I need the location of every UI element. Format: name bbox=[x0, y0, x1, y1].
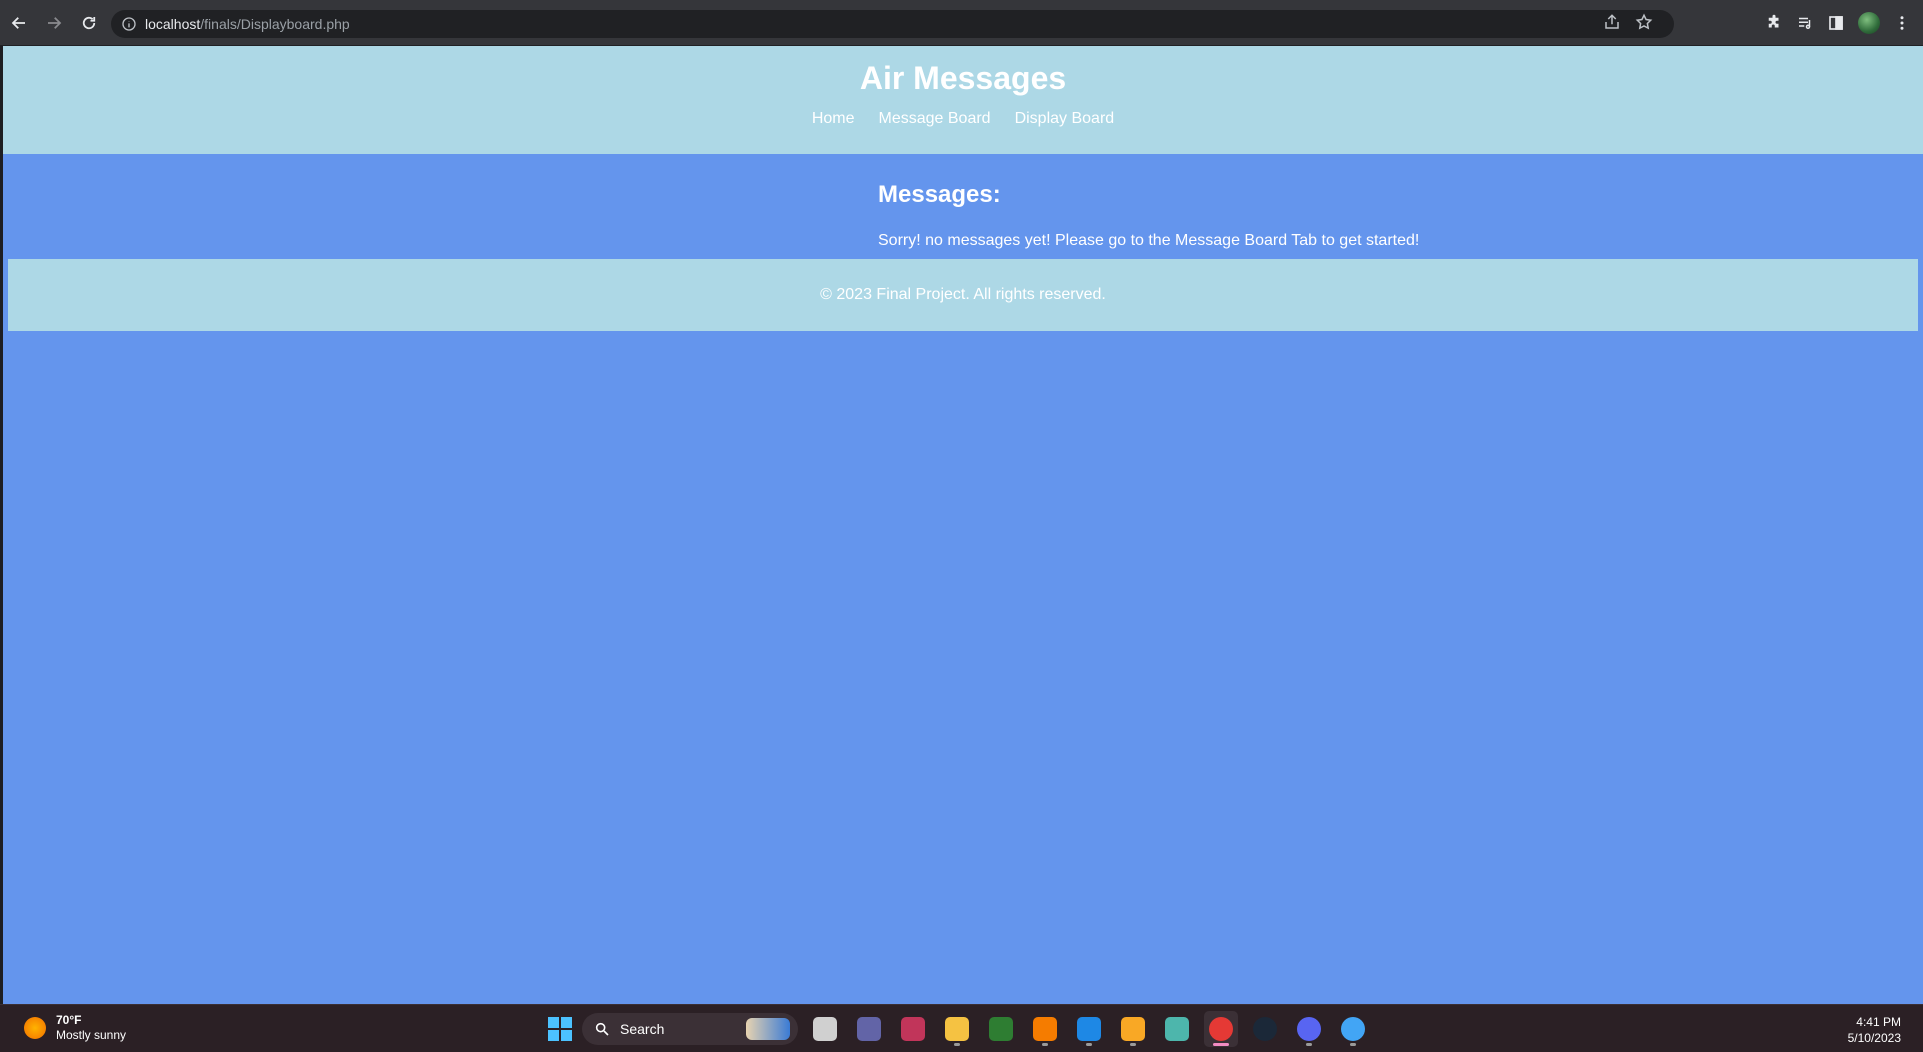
taskbar-app-chrome[interactable] bbox=[1204, 1011, 1238, 1047]
taskbar-app-figma-like[interactable] bbox=[1116, 1011, 1150, 1047]
forward-arrow-icon bbox=[48, 16, 62, 29]
reload-button[interactable] bbox=[73, 7, 105, 39]
messages-heading: Messages: bbox=[878, 181, 1001, 208]
site-footer: © 2023 Final Project. All rights reserve… bbox=[8, 259, 1918, 331]
nav-link-display-board[interactable]: Display Board bbox=[1015, 108, 1115, 130]
running-indicator bbox=[1306, 1043, 1312, 1046]
taskbar-app-task-view[interactable] bbox=[808, 1011, 842, 1047]
site-title: Air Messages bbox=[859, 60, 1067, 96]
messages-section: Messages: Sorry! no messages yet! Please… bbox=[878, 180, 1419, 252]
weather-sun-icon bbox=[24, 1017, 46, 1039]
taskbar-app-steam[interactable] bbox=[1248, 1011, 1282, 1047]
url-host: localhost bbox=[145, 16, 201, 32]
search-label: Search bbox=[620, 1021, 665, 1037]
back-button[interactable] bbox=[3, 7, 35, 39]
url-path: /finals/Displayboard.php bbox=[200, 16, 350, 32]
weather-condition: Mostly sunny bbox=[56, 1028, 127, 1042]
chrome-icon bbox=[1209, 1017, 1233, 1041]
back-arrow-icon bbox=[11, 16, 25, 29]
access-icon bbox=[901, 1017, 925, 1041]
teams-chat-icon bbox=[857, 1017, 881, 1041]
toolbar-right bbox=[1765, 12, 1911, 34]
side-panel-icon[interactable] bbox=[1827, 14, 1845, 32]
file-explorer-icon bbox=[945, 1017, 969, 1041]
taskbar-app-xampp[interactable] bbox=[1028, 1011, 1062, 1047]
copyright-text: © 2023 Final Project. All rights reserve… bbox=[820, 286, 1106, 303]
intellij-icon bbox=[1077, 1017, 1101, 1041]
kebab-menu-icon[interactable] bbox=[1893, 14, 1911, 32]
omnibox-actions bbox=[1603, 13, 1653, 31]
search-icon bbox=[595, 1022, 609, 1036]
cursor-app-icon bbox=[989, 1017, 1013, 1041]
running-indicator bbox=[1350, 1043, 1356, 1046]
taskbar-app-discord[interactable] bbox=[1292, 1011, 1326, 1047]
clock-date: 5/10/2023 bbox=[1847, 1031, 1901, 1045]
steam-icon bbox=[1253, 1017, 1277, 1041]
address-bar[interactable]: localhost/finals/Displayboard.php bbox=[111, 10, 1674, 38]
weather-temperature: 70°F bbox=[56, 1013, 82, 1027]
taskbar-app-cursor-app[interactable] bbox=[984, 1011, 1018, 1047]
extensions-puzzle-icon[interactable] bbox=[1765, 14, 1783, 32]
taskbar-center: Search bbox=[548, 1011, 1370, 1047]
figma-like-icon bbox=[1121, 1017, 1145, 1041]
profile-avatar[interactable] bbox=[1858, 12, 1880, 34]
site-info-icon[interactable] bbox=[121, 16, 137, 32]
nav-link-home[interactable]: Home bbox=[812, 108, 855, 130]
running-indicator bbox=[954, 1043, 960, 1046]
taskbar-app-globe-app[interactable] bbox=[1336, 1011, 1370, 1047]
system-clock[interactable]: 4:41 PM 5/10/2023 bbox=[1848, 1014, 1901, 1046]
share-icon[interactable] bbox=[1603, 13, 1621, 31]
taskbar-app-android-app[interactable] bbox=[1160, 1011, 1194, 1047]
taskbar-app-teams-chat[interactable] bbox=[852, 1011, 886, 1047]
task-view-icon bbox=[813, 1017, 837, 1041]
running-indicator bbox=[1130, 1043, 1136, 1046]
pinned-apps bbox=[808, 1011, 1370, 1047]
running-indicator bbox=[1042, 1043, 1048, 1046]
weather-widget[interactable]: 70°F Mostly sunny bbox=[24, 1013, 126, 1043]
taskbar-app-intellij[interactable] bbox=[1072, 1011, 1106, 1047]
running-indicator bbox=[1086, 1043, 1092, 1046]
page-body: Air Messages Home Message Board Display … bbox=[3, 46, 1923, 1004]
taskbar: 70°F Mostly sunny Search 4:41 PM 5/10/20… bbox=[0, 1004, 1923, 1052]
windows-start-icon[interactable] bbox=[548, 1017, 572, 1041]
empty-messages-text: Sorry! no messages yet! Please go to the… bbox=[878, 232, 1420, 249]
forward-button[interactable] bbox=[38, 7, 70, 39]
media-queue-icon[interactable] bbox=[1796, 14, 1814, 32]
discord-icon bbox=[1297, 1017, 1321, 1041]
site-header: Air Messages Home Message Board Display … bbox=[3, 46, 1923, 154]
xampp-icon bbox=[1033, 1017, 1057, 1041]
browser-toolbar: localhost/finals/Displayboard.php bbox=[0, 0, 1923, 46]
globe-app-icon bbox=[1341, 1017, 1365, 1041]
taskbar-app-access[interactable] bbox=[896, 1011, 930, 1047]
bookmark-star-icon[interactable] bbox=[1635, 13, 1653, 31]
nav-link-message-board[interactable]: Message Board bbox=[879, 108, 991, 130]
clock-time: 4:41 PM bbox=[1856, 1015, 1901, 1029]
taskbar-search[interactable]: Search bbox=[582, 1013, 798, 1045]
android-app-icon bbox=[1165, 1017, 1189, 1041]
site-nav: Home Message Board Display Board bbox=[3, 108, 1923, 130]
running-indicator bbox=[1213, 1043, 1229, 1046]
taskbar-app-file-explorer[interactable] bbox=[940, 1011, 974, 1047]
search-highlight-image bbox=[746, 1018, 790, 1040]
reload-icon bbox=[82, 16, 96, 29]
